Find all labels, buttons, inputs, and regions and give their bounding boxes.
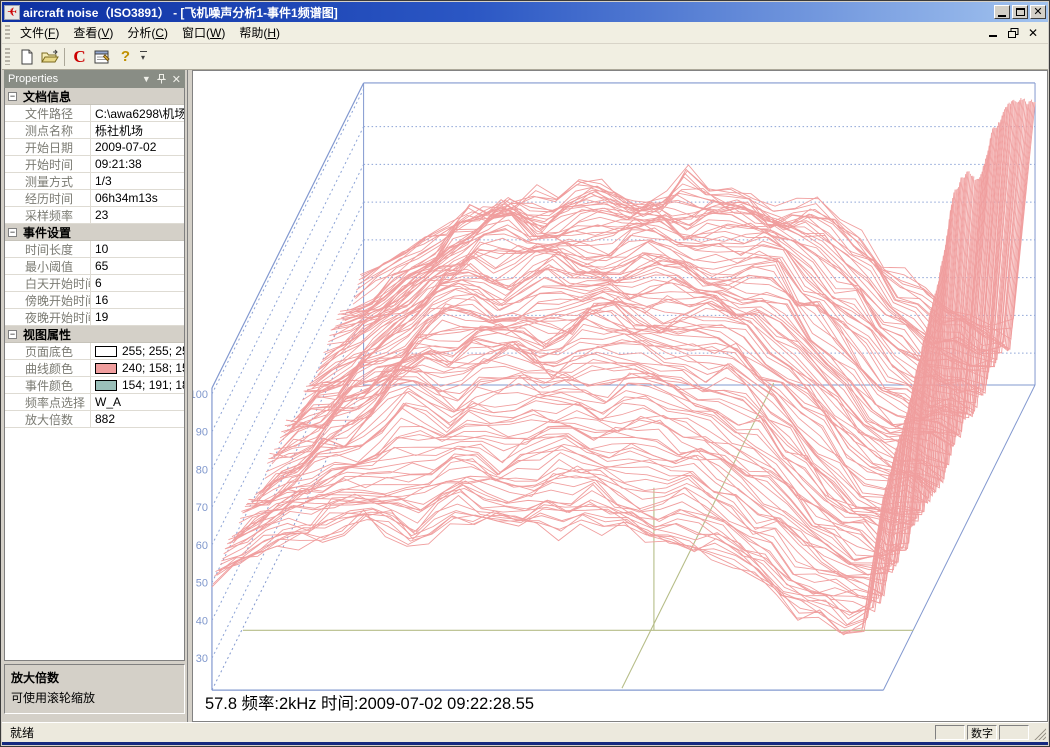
airplane-icon: ✈ [4, 5, 20, 20]
menu-bar: 文件(F) 查看(V) 分析(C) 窗口(W) 帮助(H) ✕ [2, 22, 1048, 44]
title-bar[interactable]: ✈ aircraft noise（ISO3891） - [飞机噪声分析1-事件1… [2, 2, 1048, 22]
property-row-time-length[interactable]: 时间长度 10 [5, 241, 184, 258]
resize-grip[interactable] [1032, 726, 1046, 740]
status-cell-num: 数字 [967, 725, 997, 740]
properties-button[interactable] [91, 46, 114, 68]
property-row-start-date[interactable]: 开始日期 2009-07-02 [5, 139, 184, 156]
mdi-minimize-icon[interactable] [986, 26, 1000, 39]
collapse-minus-icon[interactable]: − [8, 330, 17, 339]
section-event-settings[interactable]: − 事件设置 [5, 224, 184, 241]
property-description-text: 可使用滚轮缩放 [11, 689, 178, 706]
menu-grip-handle[interactable] [5, 25, 10, 40]
svg-text:90: 90 [196, 427, 208, 439]
status-bar: 就绪 数字 [2, 722, 1048, 742]
status-cell-caps [935, 725, 965, 740]
waterfall-traces [212, 98, 1035, 635]
menu-window[interactable]: 窗口(W) [175, 22, 232, 43]
toolbar-separator [64, 48, 65, 66]
calibrate-button[interactable]: C [68, 46, 91, 68]
status-cell-scrl [999, 725, 1029, 740]
property-row-event-color[interactable]: 事件颜色 154; 191; 18 [5, 377, 184, 394]
app-window: ✈ aircraft noise（ISO3891） - [飞机噪声分析1-事件1… [0, 0, 1050, 747]
chart-gridlines [212, 89, 1035, 658]
chart-caption: 57.8 频率:2kHz 时间:2009-07-02 09:22:28.55 [205, 695, 534, 713]
maximize-button[interactable] [1012, 5, 1028, 19]
properties-panel: Properties ▼ ✕ − 文档信息 文件路径 C:\awa6298\机场… [2, 70, 188, 722]
window-bottom-border [2, 742, 1048, 745]
property-row-curve-color[interactable]: 曲线颜色 240; 158; 15 [5, 360, 184, 377]
menu-file[interactable]: 文件(F) [13, 22, 66, 43]
y-axis-tick-labels: 100 90 80 70 60 50 40 30 [193, 389, 208, 665]
property-row-day-start[interactable]: 白天开始时间 6 [5, 275, 184, 292]
menu-view[interactable]: 查看(V) [66, 22, 120, 43]
svg-text:50: 50 [196, 578, 208, 590]
collapse-minus-icon[interactable]: − [8, 92, 17, 101]
svg-text:80: 80 [196, 464, 208, 476]
section-view-properties[interactable]: − 视图属性 [5, 326, 184, 343]
color-swatch [95, 346, 117, 357]
pin-icon[interactable] [157, 74, 166, 84]
collapse-minus-icon[interactable]: − [8, 228, 17, 237]
property-row-evening-start[interactable]: 傍晚开始时间 16 [5, 292, 184, 309]
toolbar-grip-handle[interactable] [5, 48, 10, 66]
property-row-start-time[interactable]: 开始时间 09:21:38 [5, 156, 184, 173]
panel-close-icon[interactable]: ✕ [172, 73, 181, 86]
property-description-title: 放大倍数 [11, 669, 178, 686]
property-grid-empty-area [5, 428, 184, 660]
property-description-box: 放大倍数 可使用滚轮缩放 [4, 664, 185, 714]
properties-panel-title: Properties [8, 73, 136, 85]
spectrogram-3d-chart[interactable]: 100 90 80 70 60 50 40 30 57.8 频率:2kHz 时间:2009-07… [192, 70, 1048, 722]
open-folder-icon [41, 49, 59, 65]
new-document-button[interactable] [15, 46, 38, 68]
color-swatch [95, 363, 117, 374]
mdi-restore-icon[interactable] [1006, 26, 1020, 39]
property-row-file-path[interactable]: 文件路径 C:\awa6298\机场 [5, 105, 184, 122]
svg-text:70: 70 [196, 502, 208, 514]
new-document-icon [19, 49, 35, 65]
toolbar: C ? ▾ [2, 44, 1048, 70]
property-row-measure-mode[interactable]: 测量方式 1/3 [5, 173, 184, 190]
menu-analyze[interactable]: 分析(C) [120, 22, 175, 43]
property-grid: − 文档信息 文件路径 C:\awa6298\机场 测点名称 栎社机场 开始日期… [4, 88, 185, 661]
property-row-zoom-factor[interactable]: 放大倍数 882 [5, 411, 184, 428]
properties-form-icon [94, 49, 111, 65]
minimize-button[interactable] [994, 5, 1010, 19]
svg-text:60: 60 [196, 540, 208, 552]
close-button[interactable]: ✕ [1030, 5, 1046, 19]
toolbar-overflow-button[interactable]: ▾ [137, 46, 149, 68]
window-title: aircraft noise（ISO3891） - [飞机噪声分析1-事件1频谱… [23, 4, 994, 21]
property-row-sample-rate[interactable]: 采样频率 23 [5, 207, 184, 224]
svg-text:30: 30 [196, 653, 208, 665]
property-row-page-bg-color[interactable]: 页面底色 255; 255; 25 [5, 343, 184, 360]
chevron-down-icon[interactable]: ▼ [142, 74, 151, 84]
svg-text:40: 40 [196, 615, 208, 627]
color-swatch [95, 380, 117, 391]
help-button[interactable]: ? [114, 46, 137, 68]
property-row-freq-point-select[interactable]: 频率点选择 W_A [5, 394, 184, 411]
property-row-min-threshold[interactable]: 最小阈值 65 [5, 258, 184, 275]
open-file-button[interactable] [38, 46, 61, 68]
property-row-night-start[interactable]: 夜晚开始时间 19 [5, 309, 184, 326]
property-row-site-name[interactable]: 测点名称 栎社机场 [5, 122, 184, 139]
mdi-close-icon[interactable]: ✕ [1026, 26, 1040, 39]
property-row-elapsed-time[interactable]: 经历时间 06h34m13s [5, 190, 184, 207]
section-document-info[interactable]: − 文档信息 [5, 88, 184, 105]
status-ready-text: 就绪 [10, 724, 933, 741]
svg-text:100: 100 [193, 389, 208, 401]
properties-panel-header[interactable]: Properties ▼ ✕ [4, 70, 185, 88]
menu-help[interactable]: 帮助(H) [232, 22, 287, 43]
